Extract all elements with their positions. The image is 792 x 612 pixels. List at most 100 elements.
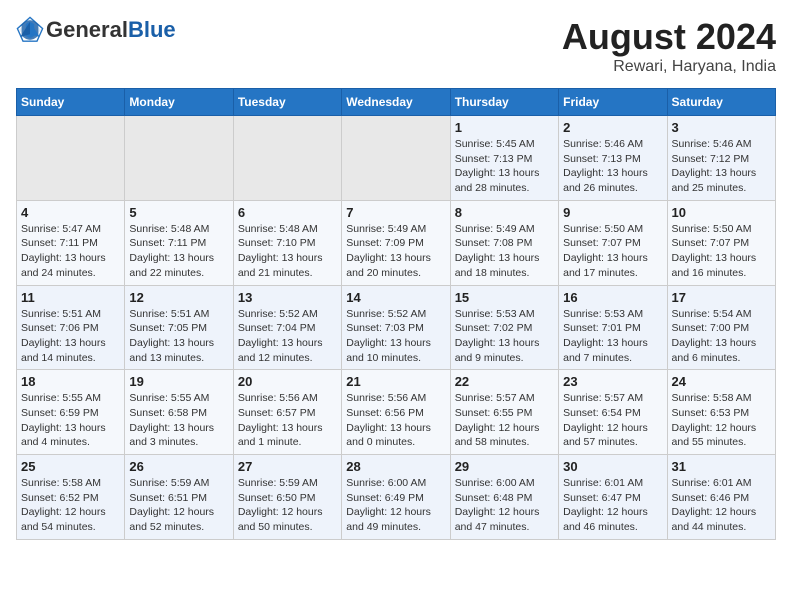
logo: GeneralBlue	[16, 16, 176, 44]
calendar-cell: 9 Sunrise: 5:50 AM Sunset: 7:07 PM Daylig…	[559, 200, 667, 285]
day-info: Sunrise: 5:51 AM Sunset: 7:05 PM Dayligh…	[129, 307, 228, 366]
day-info: Sunrise: 5:46 AM Sunset: 7:12 PM Dayligh…	[672, 137, 771, 196]
day-info: Sunrise: 5:52 AM Sunset: 7:04 PM Dayligh…	[238, 307, 337, 366]
day-info: Sunrise: 5:47 AM Sunset: 7:11 PM Dayligh…	[21, 222, 120, 281]
weekday-header-row: SundayMondayTuesdayWednesdayThursdayFrid…	[17, 89, 776, 116]
calendar-cell: 1Sunrise: 5:45 AM Sunset: 7:13 PM Daylig…	[450, 116, 558, 201]
day-info: Sunrise: 5:53 AM Sunset: 7:02 PM Dayligh…	[455, 307, 554, 366]
day-info: Sunrise: 5:55 AM Sunset: 6:58 PM Dayligh…	[129, 391, 228, 450]
day-number: 25	[21, 459, 120, 474]
calendar-cell: 4Sunrise: 5:47 AM Sunset: 7:11 PM Daylig…	[17, 200, 125, 285]
day-info: Sunrise: 5:50 AM Sunset: 7:07 PM Dayligh…	[672, 222, 771, 281]
day-info: Sunrise: 5:59 AM Sunset: 6:50 PM Dayligh…	[238, 476, 337, 535]
weekday-header-wednesday: Wednesday	[342, 89, 450, 116]
logo-icon	[16, 16, 44, 44]
calendar-week-row: 18Sunrise: 5:55 AM Sunset: 6:59 PM Dayli…	[17, 370, 776, 455]
logo-general-text: General	[46, 17, 128, 43]
day-info: Sunrise: 6:01 AM Sunset: 6:47 PM Dayligh…	[563, 476, 662, 535]
calendar-cell: 25 Sunrise: 5:58 AM Sunset: 6:52 PM Dayli…	[17, 455, 125, 540]
day-info: Sunrise: 5:56 AM Sunset: 6:57 PM Dayligh…	[238, 391, 337, 450]
day-info: Sunrise: 5:58 AM Sunset: 6:53 PM Dayligh…	[672, 391, 771, 450]
day-number: 23	[563, 374, 662, 389]
day-number: 20	[238, 374, 337, 389]
calendar-week-row: 11Sunrise: 5:51 AM Sunset: 7:06 PM Dayli…	[17, 285, 776, 370]
calendar-cell: 23 Sunrise: 5:57 AM Sunset: 6:54 PM Dayli…	[559, 370, 667, 455]
calendar-cell	[342, 116, 450, 201]
calendar-cell: 24 Sunrise: 5:58 AM Sunset: 6:53 PM Dayli…	[667, 370, 775, 455]
day-info: Sunrise: 5:48 AM Sunset: 7:11 PM Dayligh…	[129, 222, 228, 281]
page-header: GeneralBlue August 2024 Rewari, Haryana,…	[16, 16, 776, 76]
day-number: 24	[672, 374, 771, 389]
day-info: Sunrise: 5:50 AM Sunset: 7:07 PM Dayligh…	[563, 222, 662, 281]
day-number: 21	[346, 374, 445, 389]
calendar-cell: 15 Sunrise: 5:53 AM Sunset: 7:02 PM Dayli…	[450, 285, 558, 370]
day-info: Sunrise: 5:57 AM Sunset: 6:55 PM Dayligh…	[455, 391, 554, 450]
location-subtitle: Rewari, Haryana, India	[562, 58, 776, 76]
day-number: 6	[238, 205, 337, 220]
calendar-cell: 30 Sunrise: 6:01 AM Sunset: 6:47 PM Dayli…	[559, 455, 667, 540]
calendar-cell: 6 Sunrise: 5:48 AM Sunset: 7:10 PM Daylig…	[233, 200, 341, 285]
calendar-cell	[125, 116, 233, 201]
weekday-header-sunday: Sunday	[17, 89, 125, 116]
weekday-header-thursday: Thursday	[450, 89, 558, 116]
calendar-week-row: 4Sunrise: 5:47 AM Sunset: 7:11 PM Daylig…	[17, 200, 776, 285]
day-info: Sunrise: 5:46 AM Sunset: 7:13 PM Dayligh…	[563, 137, 662, 196]
day-info: Sunrise: 5:49 AM Sunset: 7:08 PM Dayligh…	[455, 222, 554, 281]
day-number: 30	[563, 459, 662, 474]
day-number: 15	[455, 290, 554, 305]
day-info: Sunrise: 5:58 AM Sunset: 6:52 PM Dayligh…	[21, 476, 120, 535]
calendar-cell: 17 Sunrise: 5:54 AM Sunset: 7:00 PM Dayli…	[667, 285, 775, 370]
calendar-cell	[233, 116, 341, 201]
calendar-table: SundayMondayTuesdayWednesdayThursdayFrid…	[16, 88, 776, 540]
calendar-cell: 12 Sunrise: 5:51 AM Sunset: 7:05 PM Dayli…	[125, 285, 233, 370]
calendar-cell: 14 Sunrise: 5:52 AM Sunset: 7:03 PM Dayli…	[342, 285, 450, 370]
day-info: Sunrise: 5:48 AM Sunset: 7:10 PM Dayligh…	[238, 222, 337, 281]
day-info: Sunrise: 6:00 AM Sunset: 6:48 PM Dayligh…	[455, 476, 554, 535]
calendar-cell: 19 Sunrise: 5:55 AM Sunset: 6:58 PM Dayli…	[125, 370, 233, 455]
day-info: Sunrise: 5:54 AM Sunset: 7:00 PM Dayligh…	[672, 307, 771, 366]
calendar-cell: 11Sunrise: 5:51 AM Sunset: 7:06 PM Dayli…	[17, 285, 125, 370]
day-number: 17	[672, 290, 771, 305]
day-info: Sunrise: 5:57 AM Sunset: 6:54 PM Dayligh…	[563, 391, 662, 450]
day-number: 18	[21, 374, 120, 389]
weekday-header-tuesday: Tuesday	[233, 89, 341, 116]
day-info: Sunrise: 5:45 AM Sunset: 7:13 PM Dayligh…	[455, 137, 554, 196]
day-number: 29	[455, 459, 554, 474]
day-number: 12	[129, 290, 228, 305]
day-number: 26	[129, 459, 228, 474]
calendar-cell: 16Sunrise: 5:53 AM Sunset: 7:01 PM Dayli…	[559, 285, 667, 370]
calendar-cell	[17, 116, 125, 201]
calendar-cell: 28 Sunrise: 6:00 AM Sunset: 6:49 PM Dayli…	[342, 455, 450, 540]
day-info: Sunrise: 6:01 AM Sunset: 6:46 PM Dayligh…	[672, 476, 771, 535]
calendar-cell: 3 Sunrise: 5:46 AM Sunset: 7:12 PM Daylig…	[667, 116, 775, 201]
title-block: August 2024 Rewari, Haryana, India	[562, 16, 776, 76]
calendar-cell: 13 Sunrise: 5:52 AM Sunset: 7:04 PM Dayli…	[233, 285, 341, 370]
calendar-cell: 22Sunrise: 5:57 AM Sunset: 6:55 PM Dayli…	[450, 370, 558, 455]
day-number: 9	[563, 205, 662, 220]
day-number: 28	[346, 459, 445, 474]
calendar-week-row: 25 Sunrise: 5:58 AM Sunset: 6:52 PM Dayli…	[17, 455, 776, 540]
day-number: 2	[563, 120, 662, 135]
weekday-header-friday: Friday	[559, 89, 667, 116]
calendar-cell: 29 Sunrise: 6:00 AM Sunset: 6:48 PM Dayli…	[450, 455, 558, 540]
day-number: 11	[21, 290, 120, 305]
day-number: 31	[672, 459, 771, 474]
logo-blue-text: Blue	[128, 17, 176, 43]
calendar-cell: 2 Sunrise: 5:46 AM Sunset: 7:13 PM Daylig…	[559, 116, 667, 201]
calendar-cell: 20 Sunrise: 5:56 AM Sunset: 6:57 PM Dayli…	[233, 370, 341, 455]
calendar-cell: 10Sunrise: 5:50 AM Sunset: 7:07 PM Dayli…	[667, 200, 775, 285]
day-number: 8	[455, 205, 554, 220]
month-year-title: August 2024	[562, 16, 776, 58]
day-number: 3	[672, 120, 771, 135]
day-number: 14	[346, 290, 445, 305]
day-number: 13	[238, 290, 337, 305]
calendar-cell: 8 Sunrise: 5:49 AM Sunset: 7:08 PM Daylig…	[450, 200, 558, 285]
day-info: Sunrise: 6:00 AM Sunset: 6:49 PM Dayligh…	[346, 476, 445, 535]
day-info: Sunrise: 5:56 AM Sunset: 6:56 PM Dayligh…	[346, 391, 445, 450]
calendar-cell: 18Sunrise: 5:55 AM Sunset: 6:59 PM Dayli…	[17, 370, 125, 455]
calendar-week-row: 1Sunrise: 5:45 AM Sunset: 7:13 PM Daylig…	[17, 116, 776, 201]
day-info: Sunrise: 5:52 AM Sunset: 7:03 PM Dayligh…	[346, 307, 445, 366]
day-info: Sunrise: 5:49 AM Sunset: 7:09 PM Dayligh…	[346, 222, 445, 281]
day-number: 27	[238, 459, 337, 474]
day-number: 19	[129, 374, 228, 389]
